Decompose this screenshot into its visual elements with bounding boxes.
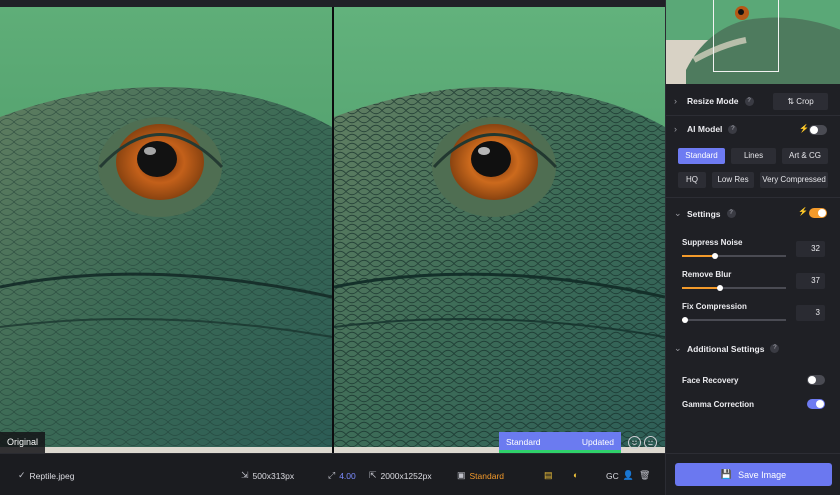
chevron-right-icon: › xyxy=(674,124,677,134)
output-size-info: ⇱ 2000x1252px xyxy=(369,470,432,481)
suppress-noise-slider[interactable] xyxy=(682,253,786,259)
app-window: Original Standard Updated ✓ Reptile.jpeg… xyxy=(0,0,840,495)
fix-compression-slider[interactable] xyxy=(682,317,786,323)
trash-icon: 🗑 xyxy=(639,470,651,480)
save-image-label: Save Image xyxy=(738,469,787,480)
original-image-pane[interactable] xyxy=(0,7,332,453)
additional-settings-row[interactable]: ⌄ Additional Settings ? xyxy=(674,343,830,354)
check-icon: ✓ xyxy=(18,470,26,480)
settings-toggle[interactable] xyxy=(809,208,827,218)
file-info[interactable]: ✓ Reptile.jpeg xyxy=(18,470,74,481)
half-circle-icon: ◐ xyxy=(573,470,579,480)
resize-mode-label: Resize Mode xyxy=(687,96,739,106)
crop-icon: ⇅ xyxy=(787,97,797,106)
chevron-down-icon: ⌄ xyxy=(674,208,682,218)
crop-label: Crop xyxy=(796,97,814,106)
face-recovery-toggle[interactable] xyxy=(807,375,825,385)
gc-label: GC xyxy=(606,470,619,481)
model-option-very-compressed[interactable]: Very Compressed xyxy=(760,172,828,188)
divider xyxy=(666,197,840,198)
remove-blur-value[interactable]: 37 xyxy=(796,273,825,289)
settings-label: Settings xyxy=(687,208,721,219)
gamma-correction-label: Gamma Correction xyxy=(682,400,755,409)
model-info[interactable]: ▣ Standard xyxy=(457,470,504,481)
split-view-icon: ▤ xyxy=(544,470,553,480)
model-status-name: Standard xyxy=(506,437,541,447)
save-icon: 💾 xyxy=(720,469,733,479)
upscaled-image-pane[interactable] xyxy=(334,7,665,453)
remove-blur-slider[interactable] xyxy=(682,285,786,291)
help-icon[interactable]: ? xyxy=(770,344,780,353)
face-recovery-label: Face Recovery xyxy=(682,376,739,385)
feedback-good-icon[interactable] xyxy=(628,436,641,449)
remove-blur-label: Remove Blur xyxy=(682,270,732,279)
bolt-icon: ⚡ xyxy=(798,207,808,216)
chevron-down-icon: ⌄ xyxy=(674,343,682,353)
model-status-bar: Standard Updated xyxy=(499,432,621,453)
upscaled-lizard-image xyxy=(334,7,665,453)
scale-info[interactable]: ⤢ 4.00 xyxy=(328,470,356,481)
suppress-noise-label: Suppress Noise xyxy=(682,238,743,247)
fix-compression-value[interactable]: 3 xyxy=(796,305,825,321)
crop-button[interactable]: ⇅ Crop xyxy=(773,93,828,110)
model-icon: ▣ xyxy=(457,470,466,480)
gc-info[interactable]: GC 👤 xyxy=(606,470,634,481)
feedback-bad-icon[interactable] xyxy=(644,436,657,449)
output-size-icon: ⇱ xyxy=(369,470,377,480)
resize-icon: ⇲ xyxy=(241,470,249,480)
viewer-topbar xyxy=(0,0,665,7)
bolt-icon: ⚡ xyxy=(799,124,809,133)
additional-settings-label: Additional Settings xyxy=(687,343,765,354)
person-icon: 👤 xyxy=(622,470,634,480)
preview-toggle-button[interactable]: ◐ xyxy=(573,470,578,480)
suppress-noise-value[interactable]: 32 xyxy=(796,241,825,257)
help-icon[interactable]: ? xyxy=(744,96,754,106)
input-size: 500x313px xyxy=(252,470,295,481)
scale-value: 4.00 xyxy=(339,470,356,481)
output-size: 2000x1252px xyxy=(380,470,432,481)
model-option-low-res[interactable]: Low Res xyxy=(712,172,754,188)
ai-model-label: AI Model xyxy=(687,124,723,134)
status-bar: ✓ Reptile.jpeg ⇲ 500x313px ⤢ 4.00 ⇱ 2000… xyxy=(0,453,665,495)
navigator-thumbnail[interactable] xyxy=(666,0,840,84)
chevron-right-icon: › xyxy=(674,96,677,106)
delete-button[interactable]: 🗑 xyxy=(639,470,650,481)
model-option-lines[interactable]: Lines xyxy=(731,148,776,164)
expand-icon: ⤢ xyxy=(328,470,336,480)
model-option-art-cg[interactable]: Art & CG xyxy=(782,148,828,164)
model-option-hq[interactable]: HQ xyxy=(678,172,706,188)
ai-model-toggle[interactable] xyxy=(809,125,827,135)
gamma-correction-toggle[interactable] xyxy=(807,399,825,409)
fix-compression-label: Fix Compression xyxy=(682,302,747,311)
divider xyxy=(666,453,840,454)
model-name: Standard xyxy=(469,470,505,481)
image-viewer[interactable]: Original Standard Updated xyxy=(0,0,665,453)
model-status-state: Updated xyxy=(581,437,614,447)
original-lizard-image xyxy=(0,7,332,453)
compare-mode-button[interactable]: ▤ xyxy=(544,470,553,481)
help-icon[interactable]: ? xyxy=(728,124,738,134)
input-size-info: ⇲ 500x313px xyxy=(241,470,294,481)
model-option-standard[interactable]: Standard xyxy=(678,148,725,164)
compare-divider[interactable] xyxy=(332,7,334,453)
viewport-frame[interactable] xyxy=(713,0,779,72)
help-icon[interactable]: ? xyxy=(726,209,736,218)
save-image-button[interactable]: 💾 Save Image xyxy=(675,463,832,486)
file-name: Reptile.jpeg xyxy=(29,470,75,481)
processing-progress xyxy=(499,450,621,453)
settings-sidebar: › Resize Mode ? ⇅ Crop › AI Model ? ⚡ St… xyxy=(665,0,840,495)
divider xyxy=(666,115,840,116)
original-label: Original xyxy=(0,432,46,453)
